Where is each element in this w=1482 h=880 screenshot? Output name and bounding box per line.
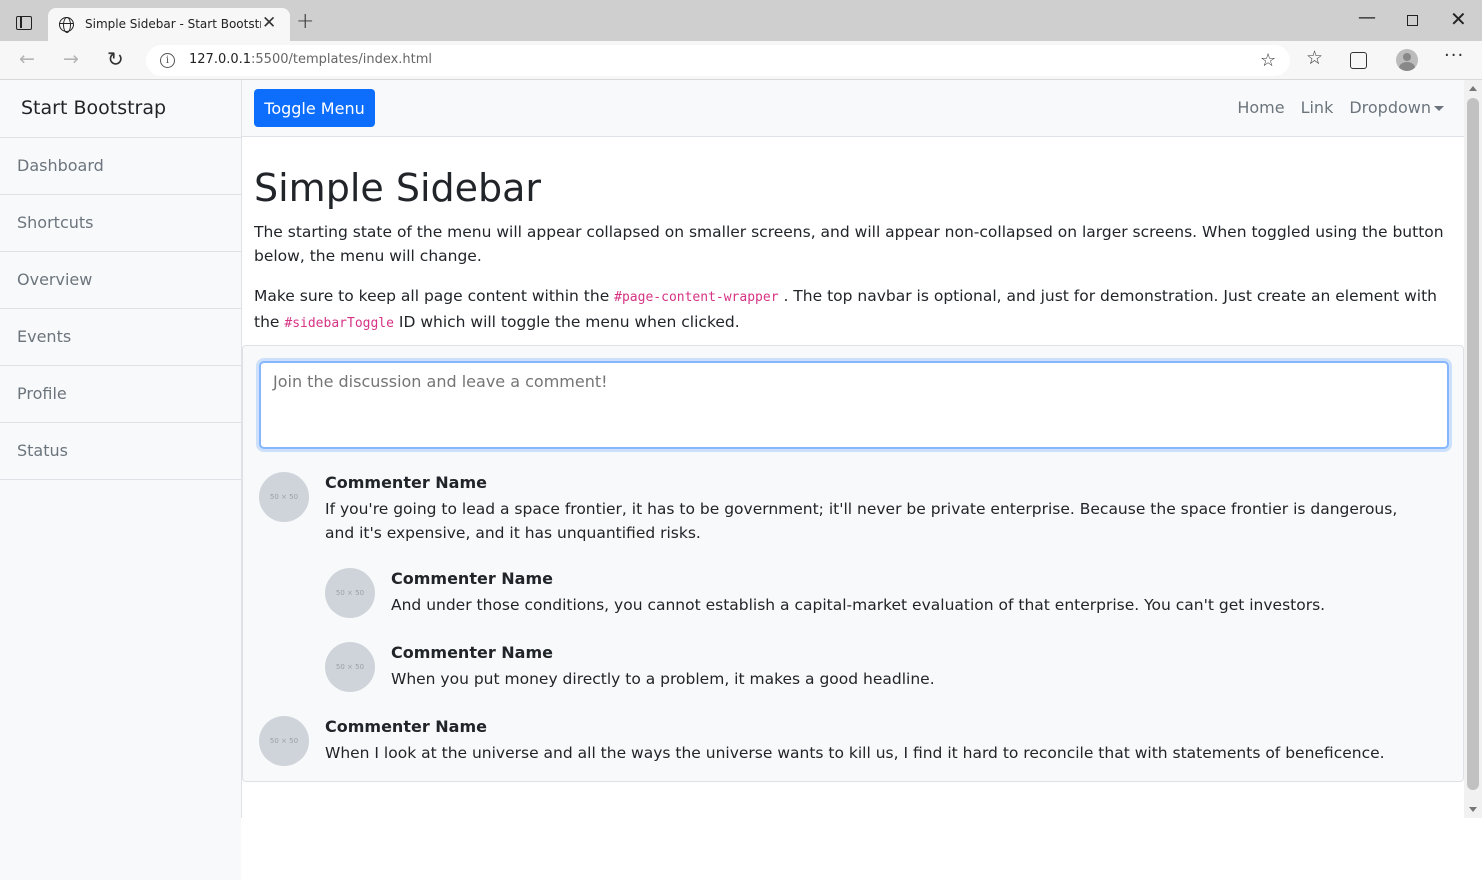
collections-icon[interactable] [1350, 52, 1367, 69]
sidebar-item-dashboard[interactable]: Dashboard [0, 138, 241, 195]
url-path: :5500/templates/index.html [251, 52, 433, 67]
avatar: 50 × 50 [325, 642, 375, 692]
comment-text: If you're going to lead a space frontier… [325, 500, 1398, 542]
comment-reply: 50 × 50 Commenter Name And under those c… [325, 568, 1449, 618]
comment-text: When you put money directly to a problem… [391, 670, 935, 688]
instructions-text-c: ID which will toggle the menu when click… [393, 312, 740, 331]
avatar: 50 × 50 [259, 716, 309, 766]
maximize-icon[interactable] [1407, 15, 1418, 26]
nav-link-home[interactable]: Home [1237, 98, 1284, 117]
page-viewport: Start Bootstrap Dashboard Shortcuts Over… [0, 80, 1482, 880]
nav-dropdown-label: Dropdown [1349, 98, 1431, 117]
browser-toolbar: ← → ↻ i 127.0.0.1:5500/templates/index.h… [0, 41, 1482, 80]
comment-item: 50 × 50 Commenter Name When I look at th… [259, 716, 1449, 766]
url-text: 127.0.0.1:5500/templates/index.html [189, 52, 432, 67]
sidebar-item-profile[interactable]: Profile [0, 366, 241, 423]
address-input[interactable]: i 127.0.0.1:5500/templates/index.html ☆ [146, 45, 1290, 76]
instructions-text-a: Make sure to keep all page content withi… [254, 286, 615, 305]
caret-down-icon [1434, 106, 1444, 111]
tab-close-icon[interactable]: ✕ [262, 15, 276, 32]
scroll-down-icon[interactable] [1469, 807, 1477, 812]
new-tab-button[interactable]: + [296, 11, 314, 33]
main-container: Simple Sidebar The starting state of the… [242, 166, 1464, 336]
back-arrow-icon[interactable]: ← [19, 50, 35, 69]
avatar: 50 × 50 [259, 472, 309, 522]
scroll-thumb[interactable] [1467, 98, 1479, 790]
toggle-menu-button[interactable]: Toggle Menu [254, 89, 375, 127]
more-options-icon[interactable]: ··· [1444, 47, 1464, 65]
code-sidebar-toggle: #sidebarToggle [284, 315, 394, 331]
commenter-name: Commenter Name [391, 569, 553, 588]
tab-actions-icon[interactable] [16, 16, 32, 30]
browser-titlebar: Simple Sidebar - Start Bootstrap ✕ + — ✕ [0, 0, 1482, 41]
info-icon[interactable]: i [160, 53, 175, 68]
close-window-icon[interactable]: ✕ [1450, 9, 1467, 29]
url-host: 127.0.0.1 [189, 52, 252, 67]
sidebar-item-status[interactable]: Status [0, 423, 241, 480]
reload-icon[interactable]: ↻ [107, 49, 124, 69]
instructions-paragraph: Make sure to keep all page content withi… [254, 284, 1452, 336]
commenter-name: Commenter Name [391, 643, 553, 662]
comment-reply: 50 × 50 Commenter Name When you put mone… [325, 642, 1449, 692]
tab-title: Simple Sidebar - Start Bootstrap [85, 17, 261, 31]
comment-item: 50 × 50 Commenter Name If you're going t… [259, 472, 1449, 544]
globe-icon [59, 17, 74, 33]
page-title: Simple Sidebar [254, 166, 542, 210]
profile-avatar-icon[interactable] [1396, 49, 1418, 71]
sidebar-brand: Start Bootstrap [0, 80, 241, 138]
commenter-name: Commenter Name [325, 717, 487, 736]
comment-text: When I look at the universe and all the … [325, 744, 1385, 762]
sidebar: Start Bootstrap Dashboard Shortcuts Over… [0, 80, 242, 880]
page-content-wrapper: Toggle Menu Home Link Dropdown Simple Si… [242, 80, 1464, 818]
comments-card: 50 × 50 Commenter Name If you're going t… [242, 345, 1464, 782]
code-page-content-wrapper: #page-content-wrapper [614, 289, 779, 305]
sidebar-filler [0, 480, 241, 880]
top-navbar: Toggle Menu Home Link Dropdown [242, 80, 1464, 137]
forward-arrow-icon[interactable]: → [63, 50, 79, 69]
add-favorite-icon[interactable]: ☆ [1260, 50, 1276, 71]
nav-link-link[interactable]: Link [1301, 98, 1334, 117]
nav-dropdown[interactable]: Dropdown [1349, 98, 1444, 117]
sidebar-item-shortcuts[interactable]: Shortcuts [0, 195, 241, 252]
favorites-icon[interactable]: ☆ [1306, 49, 1323, 68]
page-scrollbar[interactable] [1464, 80, 1482, 818]
sidebar-item-overview[interactable]: Overview [0, 252, 241, 309]
commenter-name: Commenter Name [325, 473, 487, 492]
nav-links: Home Link Dropdown [1237, 98, 1444, 117]
sidebar-item-events[interactable]: Events [0, 309, 241, 366]
comment-text: And under those conditions, you cannot e… [391, 596, 1326, 614]
minimize-icon[interactable]: — [1358, 9, 1376, 27]
browser-tab[interactable]: Simple Sidebar - Start Bootstrap ✕ [48, 8, 290, 41]
comment-textarea[interactable] [259, 361, 1449, 449]
avatar: 50 × 50 [325, 568, 375, 618]
scroll-up-icon[interactable] [1469, 86, 1477, 91]
intro-paragraph: The starting state of the menu will appe… [254, 222, 1444, 265]
